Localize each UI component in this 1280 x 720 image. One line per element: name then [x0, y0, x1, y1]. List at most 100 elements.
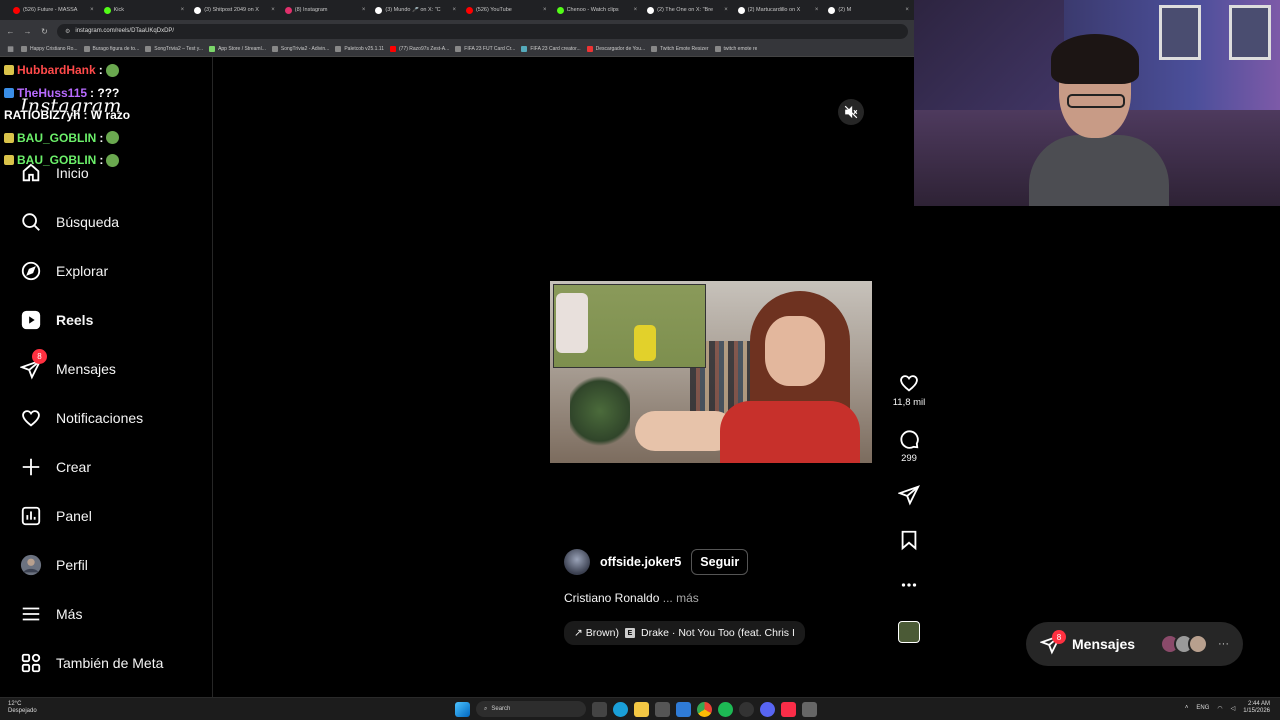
chrome-icon[interactable]	[697, 701, 712, 717]
bookmark-item[interactable]: FIFA 23 Card creator...	[521, 46, 581, 52]
bookmark-item[interactable]: Burago figura de to...	[83, 46, 140, 52]
bookmark-item[interactable]: App Store / Streaml...	[209, 46, 266, 52]
close-icon[interactable]: ×	[815, 7, 819, 13]
apps-icon[interactable]: ▦	[6, 45, 15, 53]
browser-tab[interactable]: Chenoo - Watch clips ×	[552, 0, 643, 20]
comment-action[interactable]: 299	[890, 428, 928, 464]
sidebar-label: Perfil	[56, 557, 88, 573]
bookmark-item[interactable]: (77) Razo97s Zest-A...	[390, 46, 449, 52]
obs-icon[interactable]	[739, 701, 754, 717]
file-explorer-icon[interactable]	[634, 701, 649, 717]
browser-tab[interactable]: (2) The One on X: "Bre ×	[642, 0, 733, 20]
like-action[interactable]: 11,8 mil	[890, 372, 928, 408]
bookmark-favicon-icon	[335, 46, 342, 52]
save-action[interactable]	[890, 529, 928, 551]
chat-message: BAU_GOBLIN:	[4, 127, 214, 150]
messages-popup[interactable]: 8 Mensajes ···	[1026, 622, 1243, 666]
close-icon[interactable]: ×	[362, 7, 366, 13]
site-info-icon[interactable]: ⚙	[65, 28, 70, 35]
bookmark-item[interactable]: twitch emote re	[714, 46, 757, 52]
chat-username[interactable]: BAU_GOBLIN	[17, 131, 96, 145]
bookmark-item[interactable]: Descargador de You...	[586, 46, 645, 52]
spotify-icon[interactable]	[718, 701, 733, 717]
chat-username[interactable]: HubbardHank	[17, 63, 96, 77]
close-icon[interactable]: ×	[181, 7, 185, 13]
chat-text: :	[99, 130, 104, 145]
author-avatar[interactable]	[564, 549, 590, 575]
chat-username[interactable]: BAU_GOBLIN	[17, 153, 96, 167]
caption-more-link[interactable]: ... más	[663, 591, 699, 605]
volume-icon[interactable]: ◁	[1231, 705, 1236, 712]
browser-tab[interactable]: (3) Mundo 🎤 on X: "C ×	[370, 0, 461, 20]
bookmark-favicon-icon	[271, 46, 278, 52]
chat-username[interactable]: RATIOBIZ7yh	[4, 108, 80, 122]
windows-start-icon[interactable]	[455, 701, 470, 717]
sidebar-item-explorar[interactable]: Explorar	[20, 257, 108, 285]
chat-username[interactable]: TheHuss115	[17, 86, 87, 100]
browser-tab[interactable]: Kick ×	[99, 0, 190, 20]
close-icon[interactable]: ×	[634, 7, 638, 13]
weather-widget[interactable]: 12°C Despejado	[8, 701, 37, 715]
language-indicator[interactable]: ENG	[1196, 705, 1209, 711]
bookmark-favicon-icon	[521, 46, 528, 52]
browser-tab[interactable]: (526) YouTube ×	[461, 0, 552, 20]
sidebar-item-mensajes[interactable]: 8 Mensajes	[20, 349, 116, 383]
tab-favicon-icon	[194, 6, 202, 14]
close-icon[interactable]: ×	[452, 7, 456, 13]
wifi-icon[interactable]: ◠	[1217, 705, 1222, 712]
bookmark-item[interactable]: Twitch Emote Resizer	[651, 46, 709, 52]
sidebar-item-panel[interactable]: Panel	[20, 502, 92, 530]
edge-icon[interactable]	[613, 701, 628, 717]
author-username[interactable]: offside.joker5	[600, 555, 681, 569]
close-icon[interactable]: ×	[90, 7, 94, 13]
browser-tab[interactable]: (8) Instagram ×	[280, 0, 371, 20]
reload-icon[interactable]: ↻	[40, 27, 49, 36]
sidebar-item-tambien-de-meta[interactable]: También de Meta	[20, 649, 163, 677]
bookmark-label: Burago figura de to...	[92, 46, 140, 52]
share-action[interactable]	[890, 484, 928, 506]
sidebar-item-crear[interactable]: Crear	[20, 453, 91, 481]
sidebar-item-perfil[interactable]: Perfil	[20, 551, 88, 579]
audio-thumbnail[interactable]	[898, 621, 920, 643]
sidebar-item-busqueda[interactable]: Búsqueda	[20, 208, 119, 236]
tab-title: (3) Shitpost 2049 on X	[204, 7, 259, 13]
chat-badge-icon	[4, 155, 14, 166]
discord-icon[interactable]	[760, 701, 775, 717]
bookmark-favicon-icon	[21, 46, 27, 52]
sidebar-item-notificaciones[interactable]: Notificaciones	[20, 404, 143, 432]
more-icon: ···	[1218, 638, 1229, 650]
bookmark-item[interactable]: Paletcob v25.1.11	[335, 46, 384, 52]
mute-button[interactable]	[838, 99, 864, 125]
browser-tab[interactable]: (2) M ×	[823, 0, 914, 20]
reel-video-frame[interactable]	[550, 281, 872, 463]
forward-icon[interactable]: →	[23, 27, 32, 36]
browser-tab[interactable]: (526) Future - MASSA ×	[8, 0, 99, 20]
sidebar-item-reels[interactable]: Reels	[20, 306, 93, 334]
app-icon[interactable]	[802, 701, 817, 717]
reel-player[interactable]: offside.joker5 Seguir Cristiano Ronaldo …	[550, 89, 872, 660]
close-icon[interactable]: ×	[724, 7, 728, 13]
url-input[interactable]: ⚙ instagram.com/reels/DTaaUKqDxDP/	[57, 23, 908, 39]
store-icon[interactable]	[655, 701, 670, 717]
close-icon[interactable]: ×	[905, 7, 909, 13]
follow-button[interactable]: Seguir	[691, 549, 749, 575]
browser-tab[interactable]: (3) Shitpost 2049 on X ×	[189, 0, 280, 20]
more-options-action[interactable]	[890, 574, 928, 596]
taskbar-search[interactable]: ⌕ Search	[476, 701, 586, 717]
clock[interactable]: 2:44 AM 1/15/2026	[1243, 701, 1270, 715]
bookmark-favicon-icon	[714, 46, 721, 52]
bookmark-item[interactable]: SongTrivia2 – Test y...	[145, 46, 203, 52]
bookmark-item[interactable]: SongTrivia2 - Adivin...	[271, 46, 329, 52]
bookmark-item[interactable]: Happy Cristiano Ro...	[21, 46, 78, 52]
close-icon[interactable]: ×	[271, 7, 275, 13]
chevron-up-icon[interactable]: ˄	[1185, 705, 1189, 711]
mail-icon[interactable]	[676, 701, 691, 717]
close-icon[interactable]: ×	[543, 7, 547, 13]
back-icon[interactable]: ←	[6, 27, 15, 36]
task-view-icon[interactable]	[592, 701, 607, 717]
music-icon[interactable]	[781, 701, 796, 717]
browser-tab[interactable]: (2) Martucardillo on X ×	[733, 0, 824, 20]
bookmark-item[interactable]: FIFA 23 FUT Card Cr...	[455, 46, 515, 52]
sidebar-item-mas[interactable]: Más	[20, 600, 82, 628]
reel-audio-pill[interactable]: ↗ Brown) E Drake · Not You Too (feat. Ch…	[564, 621, 805, 645]
